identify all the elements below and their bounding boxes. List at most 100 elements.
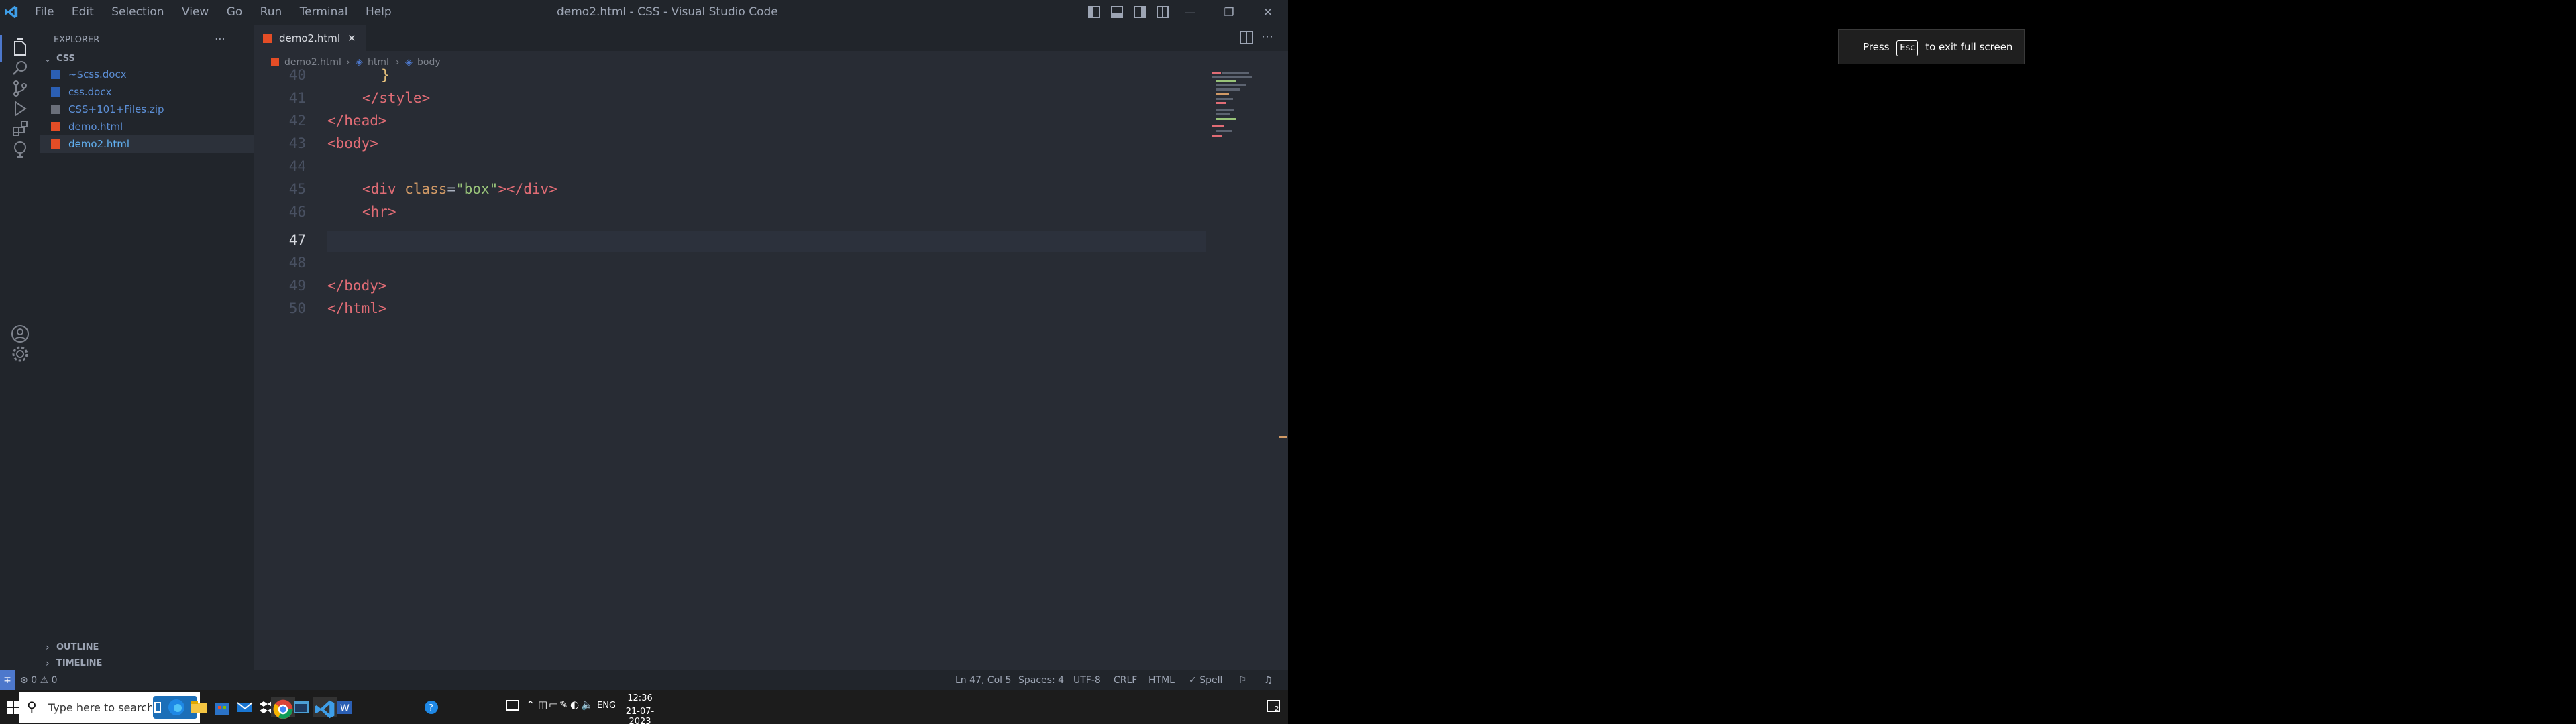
fullscreen-exit-toast: Press Esc to exit full screen bbox=[1838, 29, 2025, 64]
second-monitor-area bbox=[1288, 0, 2576, 724]
cursor-position[interactable]: Ln 47, Col 5 bbox=[955, 670, 1011, 690]
title-bar: File Edit Selection View Go Run Terminal… bbox=[0, 0, 1288, 25]
notification-center-icon[interactable]: 2 bbox=[1267, 700, 1280, 713]
extensions-icon[interactable] bbox=[9, 118, 31, 139]
active-indicator bbox=[0, 35, 2, 62]
search-icon[interactable] bbox=[9, 58, 31, 79]
more-actions-icon[interactable]: ⋯ bbox=[215, 32, 225, 45]
breadcrumb-body[interactable]: body bbox=[417, 54, 441, 71]
volume-icon[interactable]: 🔈 bbox=[581, 699, 594, 711]
editor-more-actions-icon[interactable]: ⋯ bbox=[1261, 29, 1273, 44]
meet-now-icon[interactable]: ✎ bbox=[559, 699, 568, 711]
run-debug-icon[interactable] bbox=[9, 98, 31, 119]
check-icon: ✓ bbox=[1189, 675, 1197, 686]
explorer-sidebar: EXPLORER ⋯ ⌄ CSS ~$css.docx css.docx CSS… bbox=[40, 25, 254, 670]
accounts-icon[interactable] bbox=[9, 323, 31, 345]
source-control-icon[interactable] bbox=[9, 78, 31, 99]
file-name: CSS+101+Files.zip bbox=[68, 103, 164, 115]
spell-check[interactable]: ✓ Spell bbox=[1189, 670, 1222, 690]
activity-bar bbox=[0, 25, 40, 670]
manage-gear-icon[interactable] bbox=[9, 343, 31, 365]
chevron-up-icon[interactable]: ⌃ bbox=[526, 699, 535, 711]
menu-terminal[interactable]: Terminal bbox=[300, 5, 348, 19]
menu-help[interactable]: Help bbox=[366, 5, 392, 19]
menu-selection[interactable]: Selection bbox=[111, 5, 164, 19]
battery-icon[interactable]: ▭ bbox=[549, 699, 558, 711]
file-item[interactable]: demo.html bbox=[40, 118, 254, 135]
explorer-header: EXPLORER bbox=[54, 35, 100, 45]
folder-label: CSS bbox=[56, 54, 75, 64]
menu-view[interactable]: View bbox=[182, 5, 209, 19]
toggle-primary-sidebar-icon[interactable] bbox=[1088, 6, 1100, 18]
explorer-icon[interactable] bbox=[9, 38, 31, 59]
feedback-icon[interactable]: ⚐ bbox=[1238, 670, 1247, 690]
clock-time[interactable]: 12:36 bbox=[616, 693, 664, 703]
toast-message: to exit full screen bbox=[1925, 41, 2013, 53]
code-editor[interactable]: 40 } 41 </style> 42 </head> 43 <body> 44… bbox=[254, 67, 1206, 540]
code-line: <hr> bbox=[362, 204, 396, 220]
file-item[interactable]: CSS+101+Files.zip bbox=[40, 101, 254, 118]
file-item[interactable]: css.docx bbox=[40, 83, 254, 101]
minimize-button[interactable]: — bbox=[1169, 0, 1212, 25]
problems-indicator[interactable]: ⊗ 0 ⚠ 0 bbox=[20, 670, 58, 690]
code-line: <body> bbox=[327, 135, 378, 152]
toggle-secondary-sidebar-icon[interactable] bbox=[1134, 6, 1146, 18]
html-file-icon bbox=[271, 58, 279, 66]
remote-indicator-icon[interactable]: ∓ bbox=[0, 670, 15, 690]
language-indicator[interactable]: ENG bbox=[597, 701, 616, 711]
clock-date[interactable]: 21-07-2023 bbox=[616, 707, 664, 724]
line-number-current: 47 bbox=[288, 232, 306, 248]
line-number: 48 bbox=[288, 255, 306, 271]
menu-run[interactable]: Run bbox=[260, 5, 282, 19]
indentation[interactable]: Spaces: 4 bbox=[1018, 670, 1064, 690]
split-editor-icon[interactable] bbox=[1240, 31, 1253, 44]
file-item[interactable]: ~$css.docx bbox=[40, 66, 254, 83]
outline-section[interactable]: › OUTLINE bbox=[40, 640, 254, 656]
edge-browser-icon[interactable] bbox=[166, 697, 186, 717]
mail-icon[interactable] bbox=[235, 697, 255, 717]
file-name: ~$css.docx bbox=[68, 68, 127, 80]
menu-go[interactable]: Go bbox=[227, 5, 243, 19]
windows-start-icon[interactable] bbox=[7, 701, 20, 714]
menu-file[interactable]: File bbox=[35, 5, 54, 19]
menu-edit[interactable]: Edit bbox=[72, 5, 94, 19]
vscode-taskbar-icon[interactable] bbox=[313, 697, 337, 719]
microsoft-store-icon[interactable] bbox=[212, 697, 232, 717]
task-view-icon[interactable] bbox=[144, 697, 164, 717]
word-icon[interactable]: W bbox=[334, 697, 354, 717]
close-button[interactable]: ✕ bbox=[1246, 0, 1288, 25]
toggle-panel-icon[interactable] bbox=[1111, 6, 1123, 18]
folder-css[interactable]: ⌄ CSS bbox=[40, 51, 254, 67]
tab-demo2-html[interactable]: demo2.html ✕ bbox=[254, 25, 366, 51]
input-indicator-icon[interactable] bbox=[506, 700, 519, 711]
window-title: demo2.html - CSS - Visual Studio Code bbox=[557, 5, 778, 19]
status-bar: ∓ ⊗ 0 ⚠ 0 Ln 47, Col 5 Spaces: 4 UTF-8 C… bbox=[0, 670, 1288, 690]
network-wifi-icon[interactable]: ◐ bbox=[570, 699, 579, 711]
close-tab-icon[interactable]: ✕ bbox=[347, 25, 356, 51]
line-ending[interactable]: CRLF bbox=[1114, 670, 1137, 690]
customize-layout-icon[interactable] bbox=[1157, 6, 1169, 18]
file-explorer-icon[interactable] bbox=[189, 697, 209, 717]
line-number: 46 bbox=[288, 204, 306, 220]
menu-bar: File Edit Selection View Go Run Terminal… bbox=[35, 5, 406, 19]
line-number: 43 bbox=[288, 135, 306, 152]
help-icon[interactable]: ? bbox=[421, 697, 441, 717]
language-mode[interactable]: HTML bbox=[1148, 670, 1175, 690]
restore-button[interactable]: ❐ bbox=[1208, 0, 1250, 25]
file-item-active[interactable]: demo2.html bbox=[40, 135, 254, 153]
minimap[interactable] bbox=[1209, 71, 1276, 152]
tab-label: demo2.html bbox=[279, 32, 341, 44]
terminal-window-icon[interactable] bbox=[291, 697, 311, 717]
chevron-down-icon: ⌄ bbox=[44, 54, 52, 64]
word-file-icon bbox=[51, 70, 60, 79]
tray-device-icon[interactable]: ◫ bbox=[538, 699, 547, 711]
notifications-bell-icon[interactable]: ♫ bbox=[1264, 670, 1273, 690]
html-file-icon bbox=[51, 122, 60, 131]
line-number: 44 bbox=[288, 158, 306, 174]
remote-explorer-icon[interactable] bbox=[9, 138, 31, 160]
encoding[interactable]: UTF-8 bbox=[1073, 670, 1101, 690]
search-placeholder: Type here to search bbox=[48, 701, 154, 714]
html-file-icon bbox=[263, 34, 272, 43]
timeline-section[interactable]: › TIMELINE bbox=[40, 656, 254, 672]
svg-text:?: ? bbox=[429, 703, 433, 713]
